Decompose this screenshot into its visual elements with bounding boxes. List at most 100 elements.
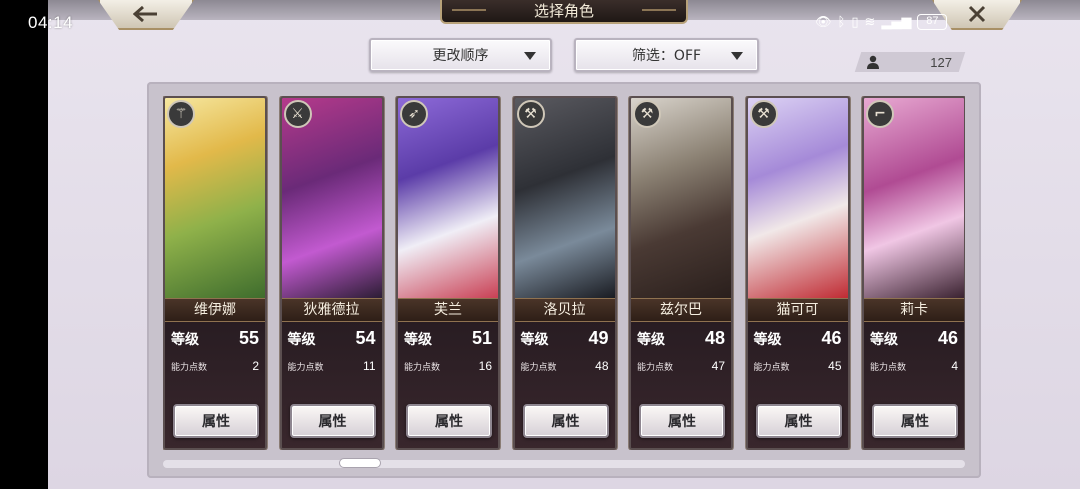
character-stats: 等级 46 能力点数 4 属性 bbox=[864, 322, 964, 448]
character-name: 兹尔巴 bbox=[631, 298, 731, 322]
level-label: 等级 bbox=[287, 332, 316, 348]
ability-points-value: 45 bbox=[828, 359, 842, 373]
page-title: 选择角色 bbox=[440, 0, 688, 24]
ability-points-value: 4 bbox=[951, 359, 958, 373]
level-value: 46 bbox=[937, 328, 958, 348]
character-card[interactable]: ⚚ 维伊娜 等级 55 能力点数 2 属性 bbox=[163, 96, 267, 450]
character-card[interactable]: ⚔ 狄雅德拉 等级 54 能力点数 11 属性 bbox=[279, 96, 384, 450]
character-name: 狄雅德拉 bbox=[281, 298, 382, 322]
axe-icon: ⚒ bbox=[516, 100, 545, 128]
ability-points-label: 能力点数 bbox=[753, 362, 790, 373]
title-ornament-left bbox=[452, 9, 486, 11]
ability-points-label: 能力点数 bbox=[287, 362, 324, 373]
character-card[interactable]: ⚒ 兹尔巴 等级 48 能力点数 47 属性 bbox=[629, 96, 733, 450]
vibrate-icon: ▯ bbox=[851, 14, 859, 30]
character-card-track[interactable]: ⚚ 维伊娜 等级 55 能力点数 2 属性 ⚔ 狄雅德拉 等级 54 能力点数 … bbox=[163, 96, 965, 450]
back-button[interactable] bbox=[98, 0, 194, 30]
level-row: 等级 51 bbox=[404, 328, 492, 352]
character-portrait[interactable] bbox=[514, 98, 615, 298]
ability-points-row: 能力点数 47 bbox=[637, 358, 725, 374]
ability-points-value: 48 bbox=[595, 359, 609, 373]
ability-points-row: 能力点数 48 bbox=[521, 358, 609, 374]
character-portrait[interactable] bbox=[631, 98, 731, 298]
ability-points-value: 2 bbox=[252, 359, 259, 373]
level-label: 等级 bbox=[637, 332, 665, 348]
ability-points-row: 能力点数 4 bbox=[870, 358, 958, 374]
ability-points-label: 能力点数 bbox=[520, 362, 557, 373]
character-card[interactable]: ➶ 芙兰 等级 51 能力点数 16 属性 bbox=[396, 96, 500, 450]
character-stats: 等级 48 能力点数 47 属性 bbox=[631, 322, 731, 448]
ability-points-row: 能力点数 45 bbox=[754, 358, 842, 374]
ability-points-row: 能力点数 16 bbox=[404, 358, 492, 374]
game-screen: 选择角色 更改顺序 筛选：OFF 127 ⚚ 维伊娜 等级 55 能力点数 2 … bbox=[48, 0, 1080, 489]
level-label: 等级 bbox=[753, 332, 782, 348]
bluetooth-icon: ᛒ bbox=[837, 14, 846, 30]
status-icons: 👁 ᛒ ▯ ≋ ▂▄▆ 87 bbox=[815, 12, 948, 32]
close-icon bbox=[968, 5, 986, 23]
level-value: 55 bbox=[238, 328, 259, 348]
title-ornament-right bbox=[642, 9, 676, 11]
sort-order-dropdown[interactable]: 更改顺序 bbox=[369, 38, 552, 72]
wifi-icon: ≋ bbox=[864, 14, 876, 30]
ability-points-label: 能力点数 bbox=[171, 362, 208, 373]
level-row: 等级 46 bbox=[870, 328, 958, 352]
horizontal-scrollbar[interactable] bbox=[163, 458, 965, 468]
staff-icon: ⚚ bbox=[167, 100, 195, 128]
attributes-button[interactable]: 属性 bbox=[289, 404, 376, 438]
filter-dropdown[interactable]: 筛选：OFF bbox=[574, 38, 759, 72]
level-value: 54 bbox=[355, 328, 376, 348]
attributes-button[interactable]: 属性 bbox=[755, 404, 842, 438]
ability-points-value: 47 bbox=[711, 359, 725, 373]
level-value: 46 bbox=[821, 328, 842, 348]
attributes-button[interactable]: 属性 bbox=[522, 404, 609, 438]
character-portrait[interactable] bbox=[165, 98, 265, 298]
level-label: 等级 bbox=[870, 332, 898, 348]
attributes-button[interactable]: 属性 bbox=[406, 404, 492, 438]
bow-icon: ➶ bbox=[400, 100, 428, 128]
character-card[interactable]: ⚒ 猫可可 等级 46 能力点数 45 属性 bbox=[745, 96, 850, 450]
level-value: 51 bbox=[471, 328, 492, 348]
character-portrait[interactable] bbox=[281, 98, 382, 298]
character-stats: 等级 49 能力点数 48 属性 bbox=[514, 322, 615, 448]
eye-icon: 👁 bbox=[815, 14, 832, 30]
ability-points-label: 能力点数 bbox=[404, 362, 441, 373]
character-name: 洛贝拉 bbox=[514, 298, 615, 322]
character-stats: 等级 54 能力点数 11 属性 bbox=[281, 322, 382, 448]
character-list-panel: ⚚ 维伊娜 等级 55 能力点数 2 属性 ⚔ 狄雅德拉 等级 54 能力点数 … bbox=[147, 82, 981, 478]
character-stats: 等级 51 能力点数 16 属性 bbox=[398, 322, 498, 448]
level-row: 等级 46 bbox=[754, 328, 842, 352]
ability-points-label: 能力点数 bbox=[637, 362, 674, 373]
character-name: 莉卡 bbox=[864, 298, 964, 322]
character-name: 维伊娜 bbox=[165, 298, 265, 322]
level-row: 等级 55 bbox=[171, 328, 259, 352]
character-name: 猫可可 bbox=[747, 298, 848, 322]
signal-icon: ▂▄▆ bbox=[881, 14, 912, 30]
level-value: 49 bbox=[588, 328, 609, 348]
character-card[interactable]: ⚒ 洛贝拉 等级 49 能力点数 48 属性 bbox=[512, 96, 617, 450]
attributes-button[interactable]: 属性 bbox=[173, 404, 259, 438]
scrollbar-thumb[interactable] bbox=[339, 458, 381, 468]
chevron-down-icon bbox=[524, 52, 536, 60]
character-count: 127 bbox=[854, 52, 966, 72]
character-count-value: 127 bbox=[930, 54, 952, 70]
ability-points-label: 能力点数 bbox=[870, 362, 907, 373]
gun-icon: ⌐ bbox=[866, 100, 894, 128]
page-title-text: 选择角色 bbox=[533, 2, 594, 20]
battery-icon: 87 bbox=[917, 14, 948, 30]
character-card[interactable]: ⌐ 莉卡 等级 46 能力点数 4 属性 bbox=[862, 96, 965, 450]
character-portrait[interactable] bbox=[398, 98, 498, 298]
ability-points-row: 能力点数 11 bbox=[288, 358, 376, 374]
filter-label: 筛选：OFF bbox=[631, 48, 702, 64]
axe-icon: ⚒ bbox=[749, 100, 778, 128]
level-label: 等级 bbox=[404, 332, 432, 348]
character-portrait[interactable] bbox=[747, 98, 848, 298]
chevron-down-icon bbox=[731, 52, 743, 60]
attributes-button[interactable]: 属性 bbox=[872, 404, 958, 438]
level-row: 等级 49 bbox=[521, 328, 609, 352]
attributes-button[interactable]: 属性 bbox=[639, 404, 725, 438]
status-time: 04:14 bbox=[28, 13, 74, 32]
character-portrait[interactable] bbox=[864, 98, 964, 298]
user-icon bbox=[867, 55, 879, 69]
ability-points-value: 16 bbox=[478, 359, 492, 373]
level-label: 等级 bbox=[520, 332, 549, 348]
